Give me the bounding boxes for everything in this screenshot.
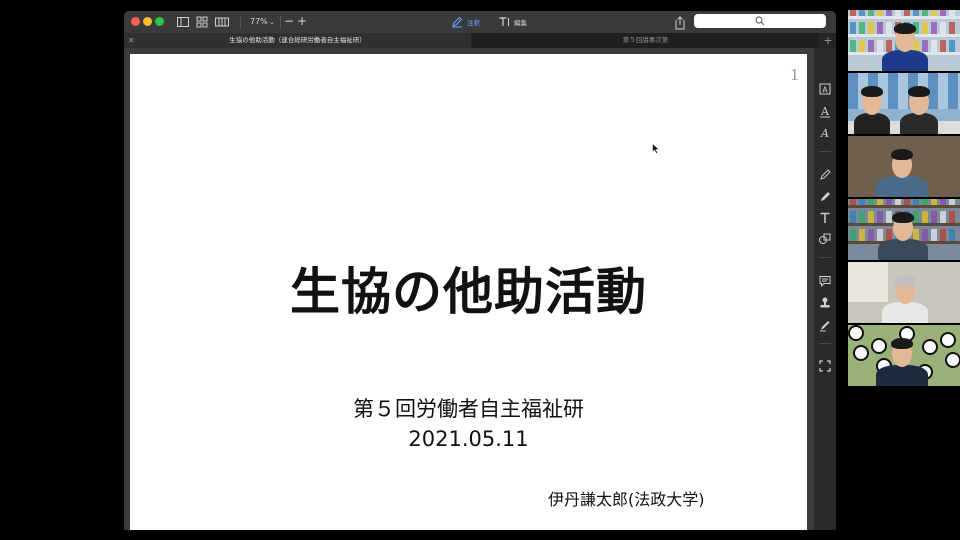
minimize-window-button[interactable] (143, 17, 152, 26)
close-window-button[interactable] (131, 17, 140, 26)
page-layout-icon[interactable] (214, 15, 230, 29)
pencil-icon[interactable] (818, 168, 832, 182)
shapes-icon[interactable] (818, 232, 832, 246)
edit-label: 編集 (514, 19, 527, 27)
tab-label: 第５回議事次第 (622, 36, 669, 44)
edit-tool-button[interactable]: 編集 (498, 15, 527, 29)
fullscreen-window-button[interactable] (155, 17, 164, 26)
text-style-icon[interactable]: A (818, 104, 832, 118)
document-viewport[interactable]: 1 生協の他助活動 第５回労働者自主福祉研 2021.05.11 伊丹謙太郎(法… (124, 48, 814, 530)
slide-author: 伊丹謙太郎(法政大学) (548, 490, 705, 509)
pen-icon (452, 16, 463, 28)
slide-title: 生協の他助活動 (290, 263, 647, 321)
slide-subtitle: 第５回労働者自主福祉研 (353, 397, 584, 421)
tab-bar: ✕ 生協の他助活動（連合総研労働者自主福祉研） 第５回議事次第 + (124, 33, 836, 48)
eraser-icon[interactable] (818, 190, 832, 204)
text-select-icon[interactable]: A (818, 82, 832, 96)
thumbnail-grid-icon[interactable] (195, 15, 209, 29)
comment-icon[interactable] (818, 274, 832, 288)
svg-text:A: A (820, 127, 829, 140)
pdf-viewer-window: 77% ⌄ − + 注釈 編集 ✕ 生協の他助活動（連合総研労働者自主福祉研） … (124, 11, 836, 530)
zoom-chevron-down-icon[interactable]: ⌄ (269, 16, 275, 28)
tab-close-icon[interactable]: ✕ (128, 33, 135, 48)
new-tab-button[interactable]: + (821, 33, 835, 48)
page-number: 1 (790, 66, 800, 84)
crop-icon[interactable] (818, 359, 832, 373)
annotate-tool-button[interactable]: 注釈 (451, 15, 480, 29)
svg-text:A: A (822, 86, 828, 95)
tab-label: 生協の他助活動（連合総研労働者自主福祉研） (229, 36, 366, 44)
stamp-icon[interactable] (818, 296, 832, 310)
text-edit-icon (499, 17, 509, 26)
video-tile-participant-3[interactable] (848, 136, 960, 197)
search-icon (755, 16, 765, 26)
pdf-page: 1 生協の他助活動 第５回労働者自主福祉研 2021.05.11 伊丹謙太郎(法… (130, 54, 807, 530)
video-tile-participant-4[interactable] (848, 199, 960, 260)
search-input[interactable] (694, 14, 826, 28)
text-color-icon[interactable]: A (818, 126, 832, 140)
zoom-out-button[interactable]: − (284, 14, 294, 28)
share-icon[interactable] (674, 15, 686, 30)
annotation-toolbar: A A A (814, 48, 836, 530)
mouse-cursor-icon (652, 143, 660, 154)
zoom-value[interactable]: 77% (250, 16, 268, 28)
tab-document-2[interactable]: 第５回議事次第 (472, 33, 819, 48)
signature-icon[interactable] (818, 318, 832, 332)
zoom-in-button[interactable]: + (297, 14, 307, 28)
svg-text:A: A (820, 105, 830, 118)
title-bar: 77% ⌄ − + 注釈 編集 (124, 11, 836, 33)
video-tile-participant-6[interactable] (848, 325, 960, 386)
annotate-label: 注釈 (467, 19, 480, 27)
video-tile-participant-1[interactable] (848, 10, 960, 71)
video-tile-participant-5[interactable] (848, 262, 960, 323)
text-box-icon[interactable] (818, 211, 832, 225)
slide-date: 2021.05.11 (408, 427, 529, 451)
video-participants-panel (848, 10, 960, 388)
video-tile-participant-2[interactable] (848, 73, 960, 134)
tab-document-1[interactable]: ✕ 生協の他助活動（連合総研労働者自主福祉研） (124, 33, 471, 48)
sidebar-toggle-icon[interactable] (176, 15, 190, 29)
